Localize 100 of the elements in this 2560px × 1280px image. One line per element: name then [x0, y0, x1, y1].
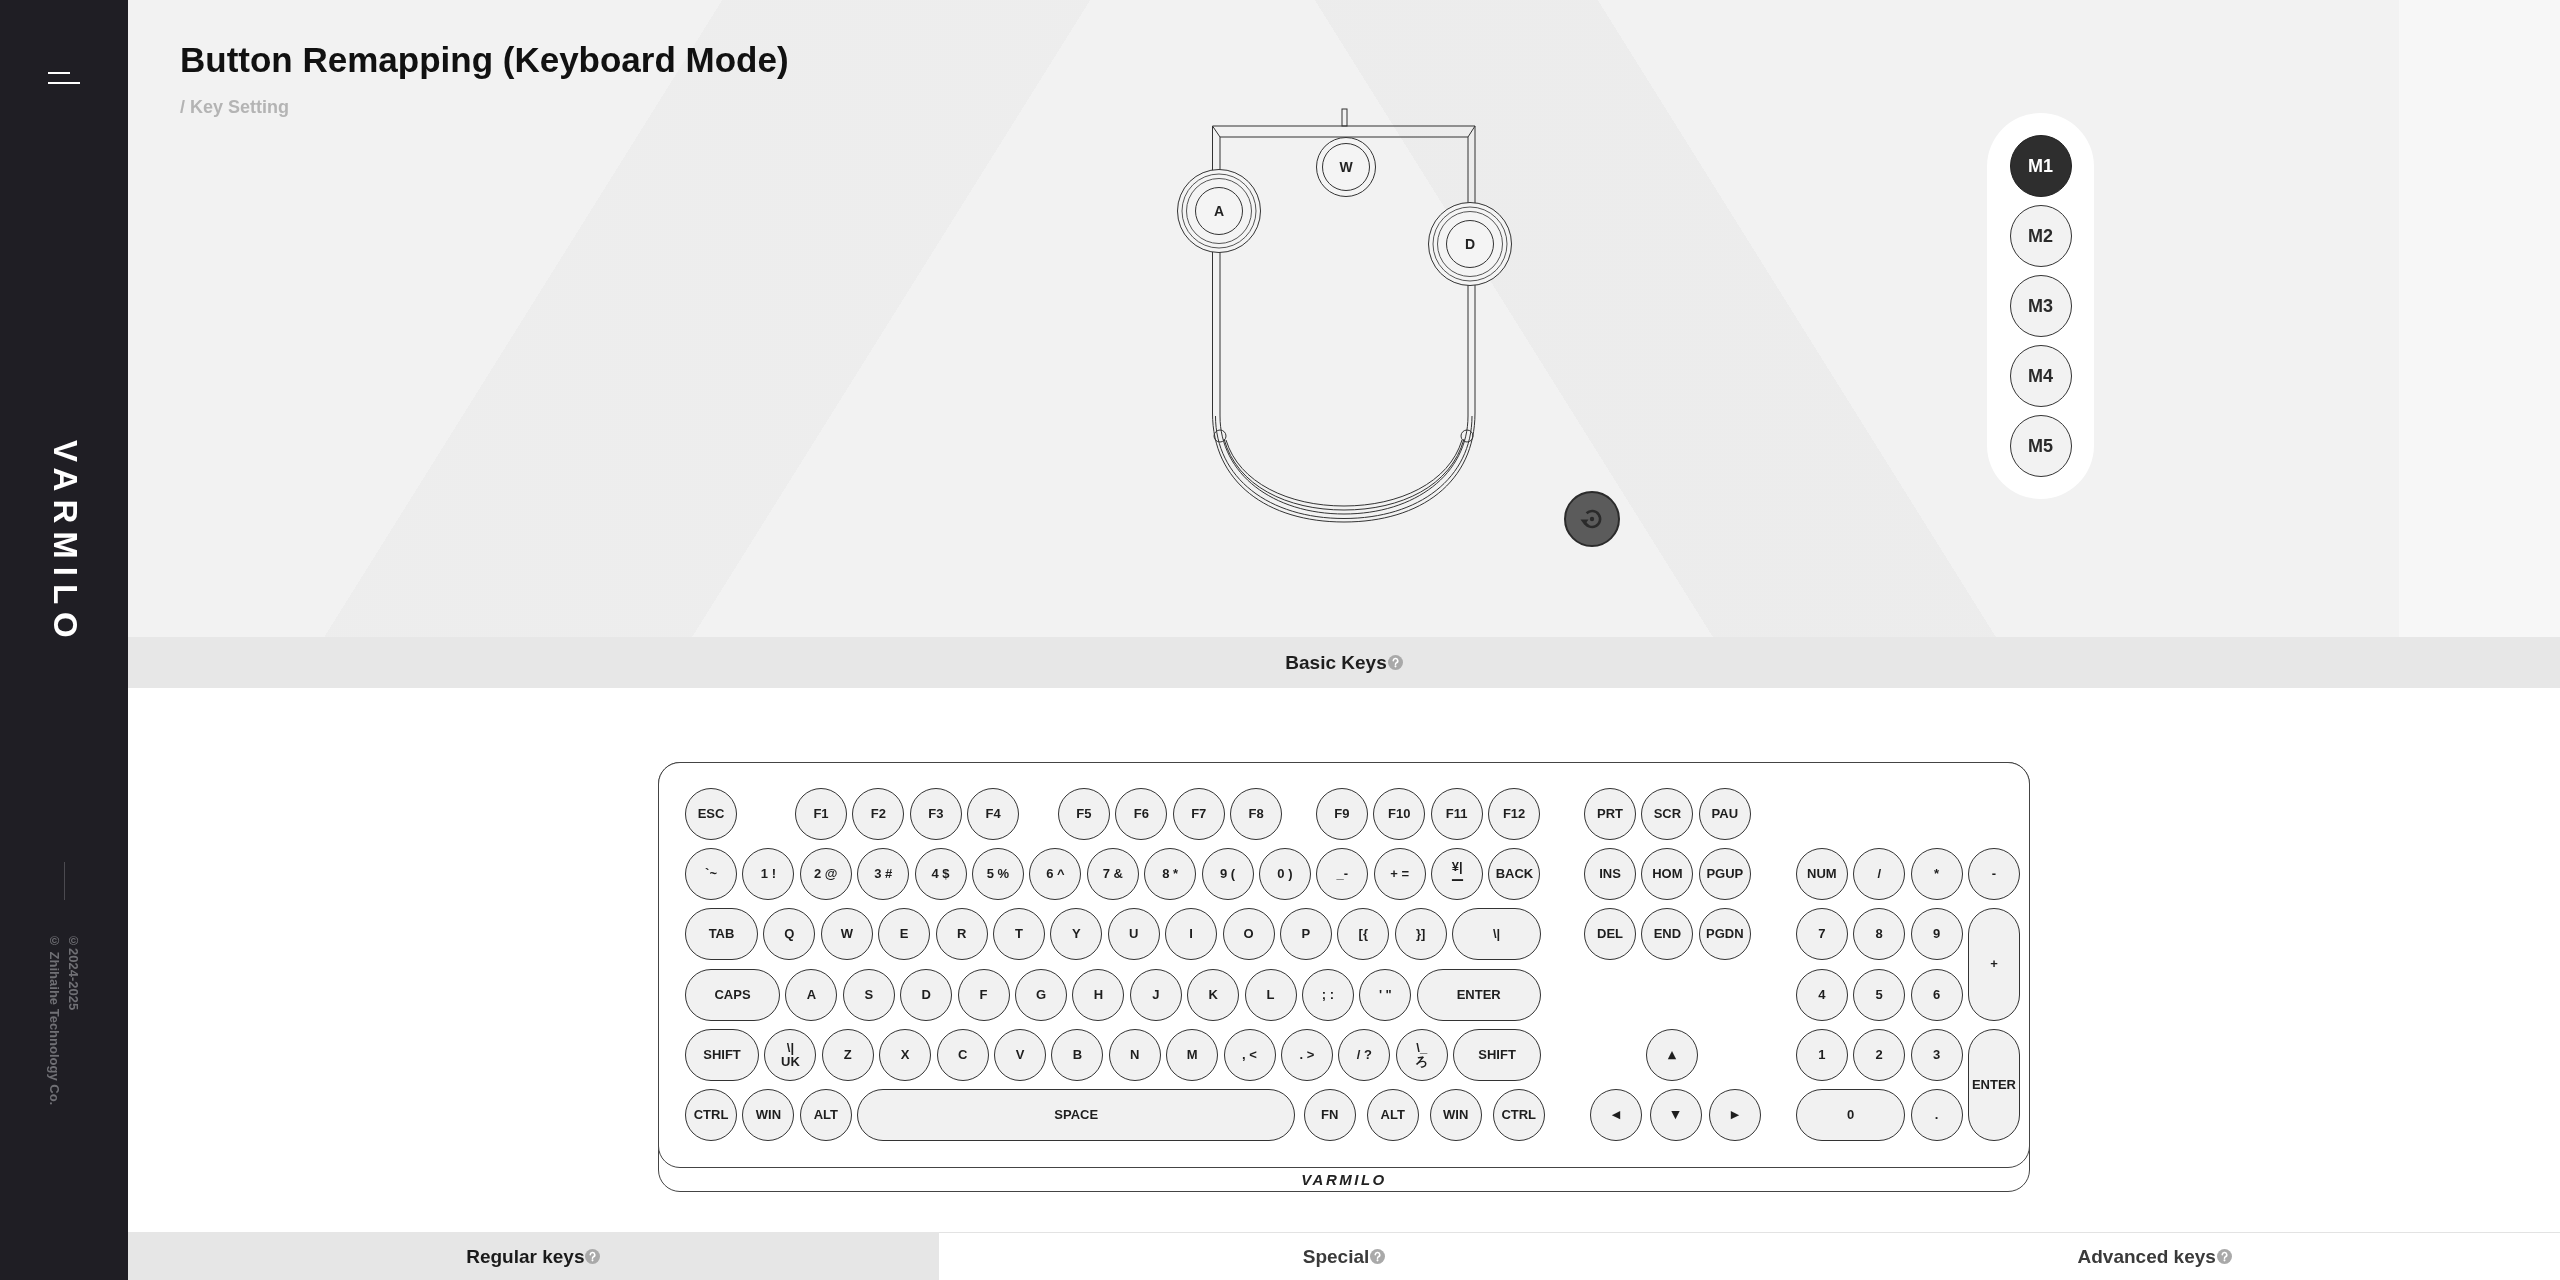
keyboard-key[interactable]: N: [1108, 1028, 1161, 1081]
keyboard-key[interactable]: 3: [1910, 1028, 1963, 1081]
keyboard-key[interactable]: 4 $: [914, 848, 967, 901]
keyboard-key[interactable]: F3: [909, 788, 962, 840]
keyboard-key[interactable]: WIN: [742, 1088, 795, 1141]
keyboard-key[interactable]: 3 #: [857, 848, 910, 901]
keyboard-key[interactable]: K: [1187, 968, 1240, 1021]
keyboard-key[interactable]: D: [900, 968, 953, 1021]
profile-button[interactable]: M5: [2009, 415, 2072, 477]
keyboard-key[interactable]: _-: [1316, 848, 1369, 901]
keyboard-key[interactable]: \_ ろ: [1395, 1028, 1448, 1081]
keyboard-key[interactable]: FN: [1303, 1088, 1356, 1141]
profile-button[interactable]: M4: [2009, 345, 2072, 407]
keyboard-key[interactable]: CTRL: [1492, 1088, 1545, 1141]
keyboard-key[interactable]: V: [993, 1028, 1046, 1081]
keyboard-key[interactable]: PRT: [1584, 788, 1636, 840]
keyboard-key[interactable]: F7: [1172, 788, 1225, 840]
keyboard-key[interactable]: ▼: [1649, 1088, 1702, 1141]
keyboard-key[interactable]: INS: [1584, 848, 1636, 901]
keyboard-key[interactable]: }]: [1394, 908, 1447, 961]
keyboard-key[interactable]: ◀: [1590, 1088, 1642, 1141]
keyboard-key[interactable]: Q: [763, 908, 816, 961]
keyboard-key[interactable]: 6: [1910, 968, 1963, 1021]
keyboard-key[interactable]: 9 (: [1201, 848, 1254, 901]
device-key[interactable]: D: [1428, 202, 1512, 286]
keyboard-key[interactable]: S: [842, 968, 895, 1021]
keyboard-key[interactable]: NUM: [1795, 848, 1848, 901]
keyboard-key[interactable]: 7: [1795, 908, 1848, 961]
keyboard-key[interactable]: . >: [1280, 1028, 1333, 1081]
keyboard-key[interactable]: F10: [1373, 788, 1426, 840]
keyboard-key[interactable]: U: [1107, 908, 1160, 961]
keyboard-key[interactable]: 1 !: [742, 848, 795, 901]
keyboard-key[interactable]: 6 ^: [1029, 848, 1082, 901]
help-icon[interactable]: [585, 1249, 601, 1264]
keyboard-key[interactable]: SHIFT: [685, 1028, 759, 1081]
keyboard-key[interactable]: SHIFT: [1453, 1028, 1542, 1081]
keyboard-key[interactable]: 2 @: [799, 848, 852, 901]
keyboard-key[interactable]: ¥| ー: [1431, 848, 1484, 901]
keyboard-key[interactable]: F: [957, 968, 1010, 1021]
help-icon[interactable]: [1387, 655, 1403, 670]
keyboard-key[interactable]: TAB: [685, 908, 758, 961]
keyboard-key[interactable]: F11: [1430, 788, 1483, 840]
keyboard-key[interactable]: X: [879, 1028, 932, 1081]
keyboard-key[interactable]: O: [1222, 908, 1275, 961]
keyboard-key[interactable]: W: [820, 908, 873, 961]
keyboard-key[interactable]: 9: [1910, 908, 1963, 961]
keyboard-key[interactable]: A: [785, 968, 838, 1021]
keyboard-key[interactable]: E: [878, 908, 931, 961]
keyboard-key[interactable]: 1: [1795, 1028, 1848, 1081]
keyboard-key[interactable]: C: [936, 1028, 989, 1081]
device-key[interactable]: A: [1177, 169, 1261, 253]
keyboard-key[interactable]: H: [1072, 968, 1125, 1021]
keyboard-key[interactable]: L: [1244, 968, 1297, 1021]
keyboard-key[interactable]: HOM: [1641, 848, 1694, 901]
keyboard-key[interactable]: .: [1910, 1088, 1963, 1141]
keyboard-key[interactable]: + =: [1373, 848, 1426, 901]
keyboard-key[interactable]: *: [1910, 848, 1963, 901]
keyboard-key[interactable]: 7 &: [1086, 848, 1139, 901]
keyboard-key[interactable]: `~: [685, 848, 737, 901]
keyboard-key[interactable]: M: [1166, 1028, 1219, 1081]
keyboard-key[interactable]: J: [1129, 968, 1182, 1021]
keyboard-key[interactable]: CTRL: [685, 1088, 737, 1141]
keyboard-key[interactable]: PAU: [1698, 788, 1751, 840]
profile-button[interactable]: M1: [2009, 135, 2072, 197]
profile-button[interactable]: M3: [2009, 275, 2072, 337]
keyboard-key[interactable]: 8: [1853, 908, 1906, 961]
keyboard-key[interactable]: 0 ): [1258, 848, 1311, 901]
keyboard-key[interactable]: R: [935, 908, 988, 961]
keyboard-key[interactable]: F5: [1057, 788, 1110, 840]
keyboard-key[interactable]: PGDN: [1698, 908, 1751, 961]
keyboard-key[interactable]: ▶: [1709, 1088, 1761, 1141]
profile-button[interactable]: M2: [2009, 205, 2072, 267]
keyboard-key[interactable]: ALT: [799, 1088, 852, 1141]
keyboard-key[interactable]: SPACE: [857, 1088, 1296, 1141]
help-icon[interactable]: [2216, 1249, 2232, 1264]
keyboard-key[interactable]: , <: [1223, 1028, 1276, 1081]
menu-button[interactable]: [47, 71, 81, 85]
keyboard-key[interactable]: F8: [1230, 788, 1283, 840]
keyboard-key[interactable]: ENTER: [1968, 1028, 2020, 1141]
keyboard-key[interactable]: CAPS: [685, 968, 780, 1021]
keyboard-key[interactable]: B: [1051, 1028, 1104, 1081]
keyboard-key[interactable]: PGUP: [1698, 848, 1751, 901]
keyboard-key[interactable]: ALT: [1366, 1088, 1419, 1141]
keyboard-key[interactable]: \|: [1452, 908, 1542, 961]
keyboard-key[interactable]: 4: [1795, 968, 1848, 1021]
keyboard-key[interactable]: F4: [967, 788, 1020, 840]
keyboard-key[interactable]: F12: [1488, 788, 1541, 840]
keyboard-key[interactable]: ENTER: [1416, 968, 1541, 1021]
keyboard-key[interactable]: Y: [1050, 908, 1103, 961]
keyboard-key[interactable]: F9: [1315, 788, 1368, 840]
keyboard-key[interactable]: G: [1014, 968, 1067, 1021]
keyboard-key[interactable]: / ?: [1338, 1028, 1391, 1081]
tab[interactable]: Regular keys: [128, 1232, 939, 1280]
keyboard-key[interactable]: F6: [1115, 788, 1168, 840]
keyboard-key[interactable]: P: [1279, 908, 1332, 961]
keyboard-key[interactable]: \| UK: [764, 1028, 817, 1081]
keyboard-key[interactable]: I: [1165, 908, 1218, 961]
keyboard-key[interactable]: 2: [1853, 1028, 1906, 1081]
keyboard-key[interactable]: /: [1853, 848, 1906, 901]
keyboard-key[interactable]: BACK: [1488, 848, 1541, 901]
